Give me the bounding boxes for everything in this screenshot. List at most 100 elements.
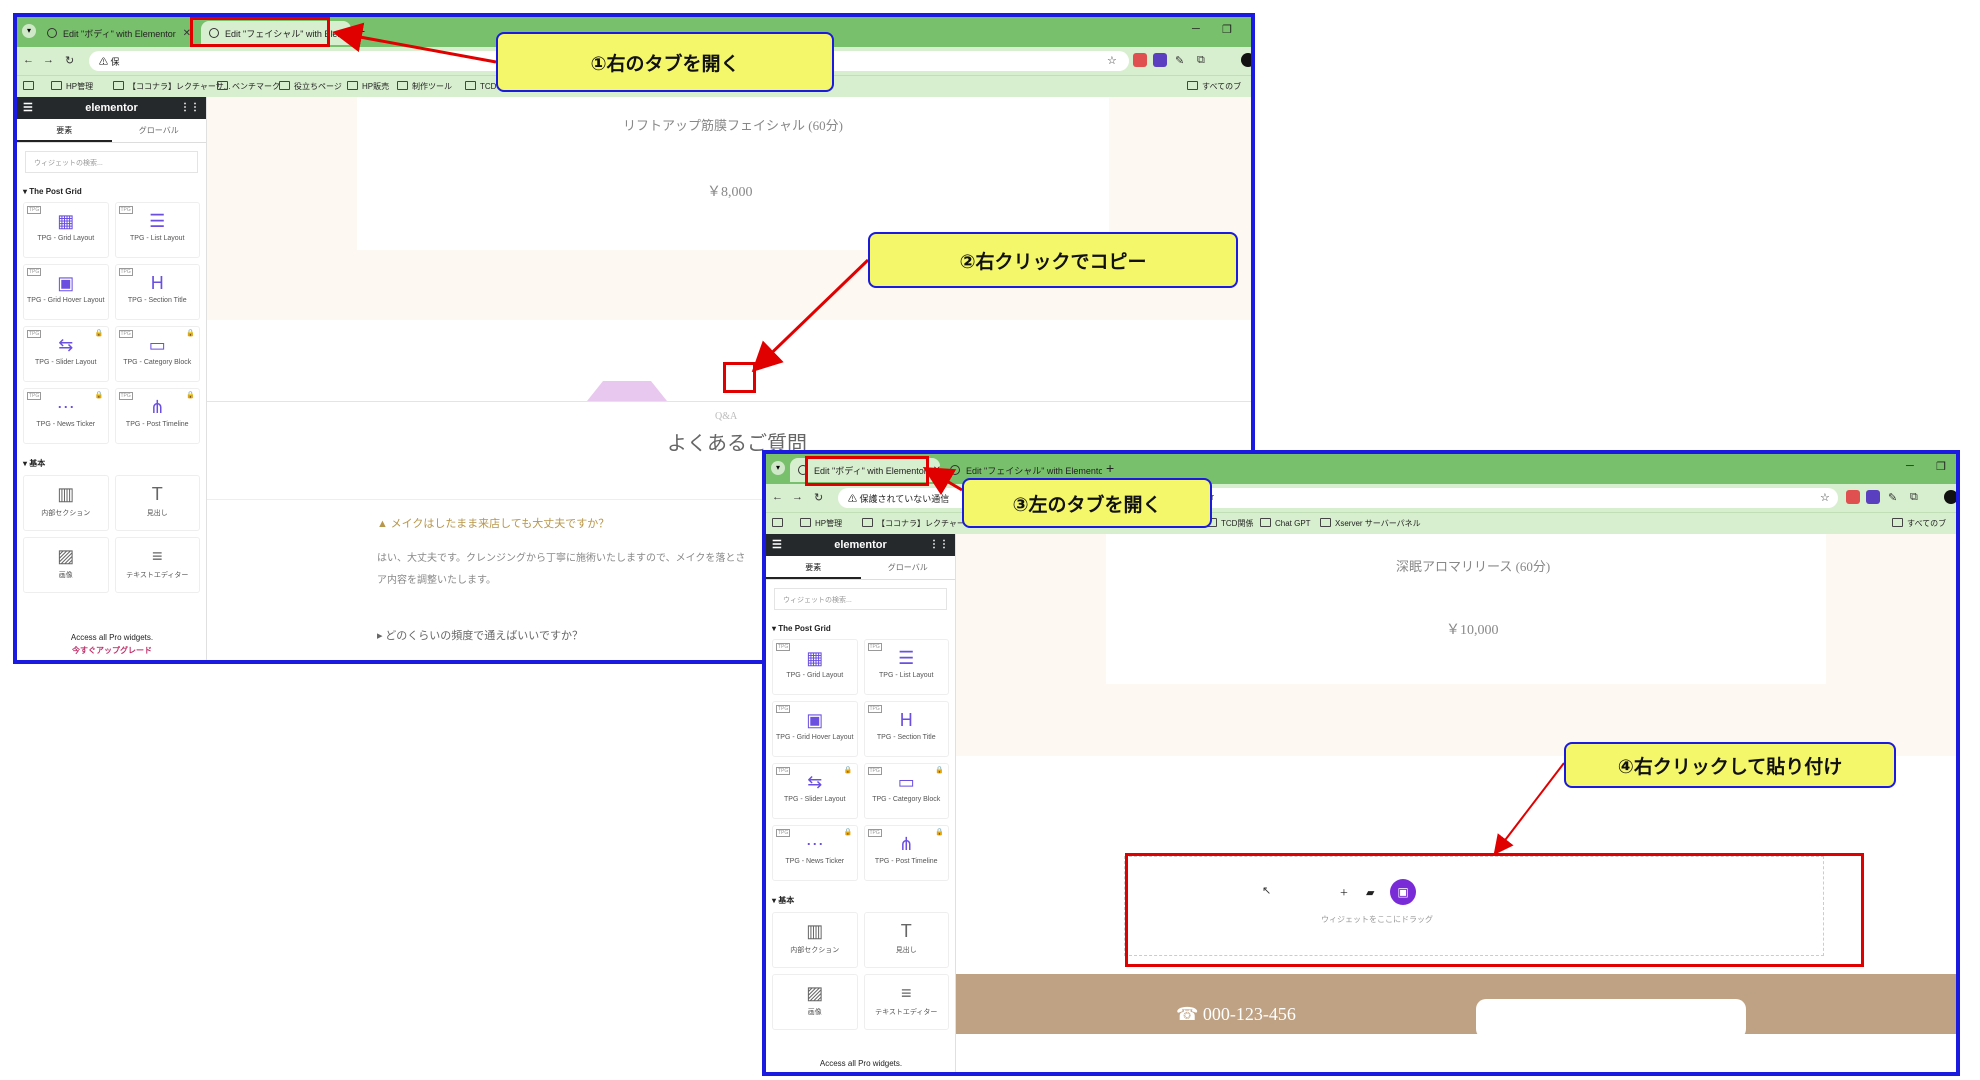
widget-image[interactable]: ▨ 画像 [23,537,109,593]
bookmark-tools[interactable]: 制作ツール [397,81,452,92]
widget-tpg-timeline[interactable]: TPG 🔒 ⋔ TPG - Post Timeline [863,825,949,881]
upgrade-link[interactable]: 今すぐアップグレード [17,645,207,656]
puzzle-icon[interactable]: ⧉ [1197,54,1205,67]
widget-tpg-grid-hover[interactable]: TPG ▣ TPG - Grid Hover Layout [772,701,858,757]
widget-tpg-category[interactable]: TPG 🔒 ▭ TPG - Category Block [114,326,200,382]
elementor-panel: ☰ elementor ⋮⋮ 要素 グローバル ウィジェットの検索... ▾ T… [17,97,207,660]
phone-number[interactable]: ☎ 000-123-456 [1176,1004,1296,1025]
restore-icon[interactable]: ❐ [1222,23,1232,36]
apps-icon[interactable] [23,81,38,91]
bookmark-all[interactable]: すべてのブ [1892,518,1946,529]
widget-tpg-slider[interactable]: TPG 🔒 ⇆ TPG - Slider Layout [772,763,858,819]
bookmark-useful[interactable]: 役立ちページ [279,81,342,92]
widget-tpg-section-title[interactable]: TPG H TPG - Section Title [863,701,949,757]
extension-icon[interactable] [1133,53,1147,67]
widget-tpg-grid-layout[interactable]: TPG ▦ TPG - Grid Layout [772,639,858,695]
widget-text-editor[interactable]: ≡ テキストエディター [863,974,949,1030]
highlight-dropzone [1125,853,1864,967]
section-handle[interactable] [587,381,667,401]
reservation-button[interactable] [1476,999,1746,1039]
bookmark-xserver[interactable]: Xserver サーバーパネル [1320,518,1421,529]
list-icon: ☰ [898,648,915,668]
new-tab-icon[interactable]: + [1106,460,1114,476]
widget-text-editor[interactable]: ≡ テキストエディター [114,537,200,593]
section-basic[interactable]: ▾ 基本 [17,452,206,475]
bookmark-tcd[interactable]: TCD関係 [1206,518,1253,529]
basic-widgets: ▥ 内部セクション T 見出し ▨ 画像 ≡ テキストエディター [766,912,955,1030]
extension-icon[interactable] [1846,490,1860,504]
lock-icon: 🔒 [186,330,195,337]
pen-icon[interactable]: ✎ [1175,54,1184,67]
list-icon: ☰ [149,211,166,231]
forward-icon[interactable]: → [792,491,803,503]
apps-icon[interactable] [772,518,787,528]
widget-tpg-list-layout[interactable]: TPG ☰ TPG - List Layout [863,639,949,695]
widget-tpg-list-layout[interactable]: TPG ☰ TPG - List Layout [114,202,200,258]
restore-icon[interactable]: ❐ [1936,460,1946,473]
widget-inner-section[interactable]: ▥ 内部セクション [23,475,109,531]
phone-text: 000-123-456 [1202,1004,1296,1024]
tab-elements[interactable]: 要素 [766,556,861,579]
section-post-grid[interactable]: ▾ The Post Grid [766,618,955,639]
avatar[interactable] [1241,53,1251,67]
widget-tpg-news-ticker[interactable]: TPG 🔒 ⋯ TPG - News Ticker [23,388,109,444]
tab-global[interactable]: グローバル [112,119,207,142]
puzzle-icon[interactable]: ⧉ [1910,491,1918,504]
extension-icon[interactable] [1866,490,1880,504]
tutorial-screenshot: ▾ Edit "ボディ" with Elementor ✕ Edit "フェイシ… [0,0,1980,1080]
widget-tpg-grid-layout[interactable]: TPG ▦ TPG - Grid Layout [23,202,109,258]
widget-tpg-grid-hover[interactable]: TPG ▣ TPG - Grid Hover Layout [23,264,109,320]
section-basic[interactable]: ▾ 基本 [766,889,955,912]
bookmark-chatgpt[interactable]: Chat GPT [1260,518,1311,528]
bookmark-hp-hanbai[interactable]: HP販売 [347,81,389,92]
hamburger-icon[interactable]: ☰ [772,534,782,556]
widget-heading[interactable]: T 見出し [863,912,949,968]
back-icon[interactable]: ← [23,54,34,66]
slider-icon: ⇆ [58,335,74,355]
bookmark-coconala[interactable]: 【ココナラ】レクチャーサ... [113,81,230,92]
widget-label: TPG - Section Title [876,734,936,741]
widget-tpg-news-ticker[interactable]: TPG 🔒 ⋯ TPG - News Ticker [772,825,858,881]
widget-tpg-category[interactable]: TPG 🔒 ▭ TPG - Category Block [863,763,949,819]
back-icon[interactable]: ← [772,491,783,503]
extension-icon[interactable] [1153,53,1167,67]
new-tab-icon[interactable]: + [357,23,365,39]
minimize-icon[interactable]: ─ [1192,23,1200,35]
reload-icon[interactable]: ↻ [814,491,823,504]
star-icon[interactable]: ☆ [1107,54,1117,67]
widget-tpg-section-title[interactable]: TPG H TPG - Section Title [114,264,200,320]
reload-icon[interactable]: ↻ [65,54,74,67]
pen-icon[interactable]: ✎ [1888,491,1897,504]
minimize-icon[interactable]: ─ [1906,460,1914,472]
bookmark-hp-kanri[interactable]: HP管理 [800,518,842,529]
tab-search-icon[interactable]: ▾ [22,24,36,38]
section-post-grid[interactable]: ▾ The Post Grid [17,181,206,202]
widget-tpg-timeline[interactable]: TPG 🔒 ⋔ TPG - Post Timeline [114,388,200,444]
tab-global[interactable]: グローバル [861,556,956,579]
bookmark-all[interactable]: すべてのブ [1187,81,1241,92]
widget-image[interactable]: ▨ 画像 [772,974,858,1030]
widget-inner-section[interactable]: ▥ 内部セクション [772,912,858,968]
bookmark-benchmark[interactable]: ベンチマーク [217,81,280,92]
widget-tpg-slider[interactable]: TPG 🔒 ⇆ TPG - Slider Layout [23,326,109,382]
tab-body[interactable]: Edit "ボディ" with Elementor ✕ [39,21,199,45]
bookmark-hp-kanri[interactable]: HP管理 [51,81,93,92]
grid-menu-icon[interactable]: ⋮⋮ [180,97,200,119]
forward-icon[interactable]: → [43,54,54,66]
widget-heading[interactable]: T 見出し [114,475,200,531]
star-icon[interactable]: ☆ [1820,491,1830,504]
bookmark-tcd[interactable]: TCD [465,81,496,91]
faq-question-2[interactable]: ▸ どのくらいの頻度で通えばいいですか？ [377,627,583,643]
widget-search-input[interactable]: ウィジェットの検索... [774,588,947,610]
tab-elements[interactable]: 要素 [17,119,112,142]
widget-label: TPG - Post Timeline [125,421,189,428]
faq-question-1[interactable]: ▲ メイクはしたまま来店しても大丈夫ですか？ [377,515,609,531]
grid-menu-icon[interactable]: ⋮⋮ [929,534,949,556]
close-icon[interactable]: ✕ [933,465,940,476]
avatar[interactable] [1944,490,1956,504]
tab-search-icon[interactable]: ▾ [771,461,785,475]
hamburger-icon[interactable]: ☰ [23,97,33,119]
section-label: 基本 [29,459,46,468]
widget-search-input[interactable]: ウィジェットの検索... [25,151,198,173]
service-title: リフトアップ筋膜フェイシャル (60分) [623,118,843,133]
